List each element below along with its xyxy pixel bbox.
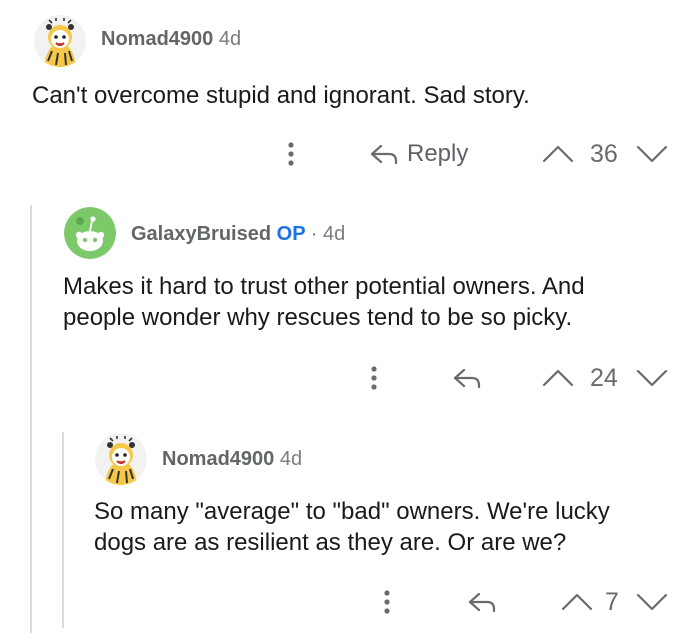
vote-count-text: 7 [605, 587, 619, 616]
comment-body: Makes it hard to trust other potential o… [63, 271, 585, 333]
comment-line: Can't overcome stupid and ignorant. Sad … [32, 82, 530, 109]
avatar[interactable] [64, 207, 116, 259]
reply-button[interactable] [467, 584, 505, 620]
timestamp: 4d [218, 28, 242, 50]
avatar-icon [64, 207, 116, 259]
more-vertical-icon [288, 142, 294, 166]
avatar-icon [34, 15, 86, 67]
reply-label[interactable]: Reply [407, 140, 468, 168]
username[interactable]: Nomad4900 4d [162, 448, 302, 471]
more-vertical-icon [384, 590, 390, 614]
comment-actions: 7 [0, 584, 700, 620]
downvote-icon [636, 593, 668, 611]
more-options-button[interactable] [281, 136, 301, 172]
downvote-icon [636, 369, 668, 387]
reply-arrow-icon [468, 592, 496, 613]
more-options-button[interactable] [364, 360, 384, 396]
username-text[interactable]: Nomad4900 [162, 448, 274, 470]
avatar-icon [95, 433, 147, 485]
timestamp: · 4d [310, 223, 346, 245]
downvote-button[interactable] [635, 360, 669, 396]
downvote-icon [636, 145, 668, 163]
avatar[interactable] [95, 433, 147, 485]
comment-line: people wonder why rescues tend to be so … [63, 304, 573, 331]
upvote-icon [561, 593, 593, 611]
comment-line: dogs are as resilient as they are. Or ar… [94, 529, 567, 556]
upvote-button[interactable] [541, 360, 575, 396]
timestamp: 4d [279, 448, 303, 470]
upvote-icon [542, 145, 574, 163]
vote-count-text: 24 [590, 363, 618, 392]
username-text[interactable]: GalaxyBruised [131, 223, 271, 245]
comment-body: So many "average" to "bad" owners. We're… [94, 496, 610, 558]
downvote-button[interactable] [635, 136, 669, 172]
more-options-button[interactable] [377, 584, 397, 620]
reply-arrow-icon [453, 368, 481, 389]
reply-button[interactable]: Reply [369, 136, 468, 172]
upvote-button[interactable] [541, 136, 575, 172]
op-badge: OP [276, 223, 306, 245]
comment-actions: Reply 36 [0, 136, 700, 172]
username-text[interactable]: Nomad4900 [101, 28, 213, 50]
upvote-button[interactable] [560, 584, 594, 620]
vote-count: 24 [590, 360, 618, 396]
more-vertical-icon [371, 366, 377, 390]
vote-count: 7 [605, 584, 619, 620]
comment-body: Can't overcome stupid and ignorant. Sad … [32, 80, 530, 111]
upvote-icon [542, 369, 574, 387]
comment-line: So many "average" to "bad" owners. We're… [94, 498, 610, 525]
reply-button[interactable] [452, 360, 490, 396]
vote-count-text: 36 [590, 139, 618, 168]
username[interactable]: Nomad4900 4d [101, 28, 241, 51]
downvote-button[interactable] [635, 584, 669, 620]
comment-actions: 24 [0, 360, 700, 396]
vote-count: 36 [590, 136, 618, 172]
avatar[interactable] [34, 15, 86, 67]
username[interactable]: GalaxyBruised OP · 4d [131, 223, 345, 246]
reply-arrow-icon [370, 144, 398, 165]
comment-line: Makes it hard to trust other potential o… [63, 273, 585, 300]
thread-line-level1 [30, 205, 32, 633]
